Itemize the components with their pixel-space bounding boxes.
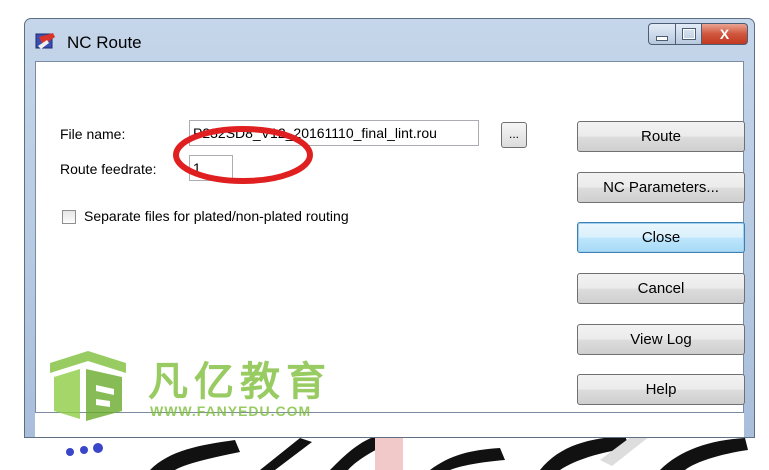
nc-parameters-button[interactable]: NC Parameters... xyxy=(577,172,745,203)
close-window-button[interactable]: X xyxy=(702,23,748,45)
view-log-button[interactable]: View Log xyxy=(577,324,745,355)
route-button[interactable]: Route xyxy=(577,121,745,152)
route-feedrate-label: Route feedrate: xyxy=(60,161,157,177)
help-button[interactable]: Help xyxy=(577,374,745,405)
route-feedrate-input[interactable]: 1 xyxy=(189,155,233,181)
caption-buttons: X xyxy=(648,23,748,45)
backdrop-left xyxy=(0,0,24,470)
app-icon xyxy=(35,31,57,51)
close-button[interactable]: Close xyxy=(577,222,745,253)
file-name-label: File name: xyxy=(60,126,126,142)
window-title: NC Route xyxy=(67,33,142,52)
separate-files-checkbox[interactable] xyxy=(62,210,76,224)
maximize-button[interactable] xyxy=(676,23,702,45)
dialog-client-area: File name: P232SD8_V12_20161110_final_li… xyxy=(35,61,745,413)
nc-route-dialog: NC Route X File name: P232SD8_V12_201611… xyxy=(24,18,755,438)
minimize-button[interactable] xyxy=(648,23,676,45)
dialog-bottom-strip xyxy=(35,413,744,437)
cancel-button[interactable]: Cancel xyxy=(577,273,745,304)
maximize-icon xyxy=(681,28,696,40)
close-icon: X xyxy=(719,26,730,42)
browse-button[interactable]: ... xyxy=(501,122,527,148)
minimize-icon xyxy=(656,35,668,41)
separate-files-label: Separate files for plated/non-plated rou… xyxy=(84,208,349,224)
title-bar[interactable]: NC Route X xyxy=(25,19,754,61)
file-name-input[interactable]: P232SD8_V12_20161110_final_lint.rou xyxy=(189,120,479,146)
